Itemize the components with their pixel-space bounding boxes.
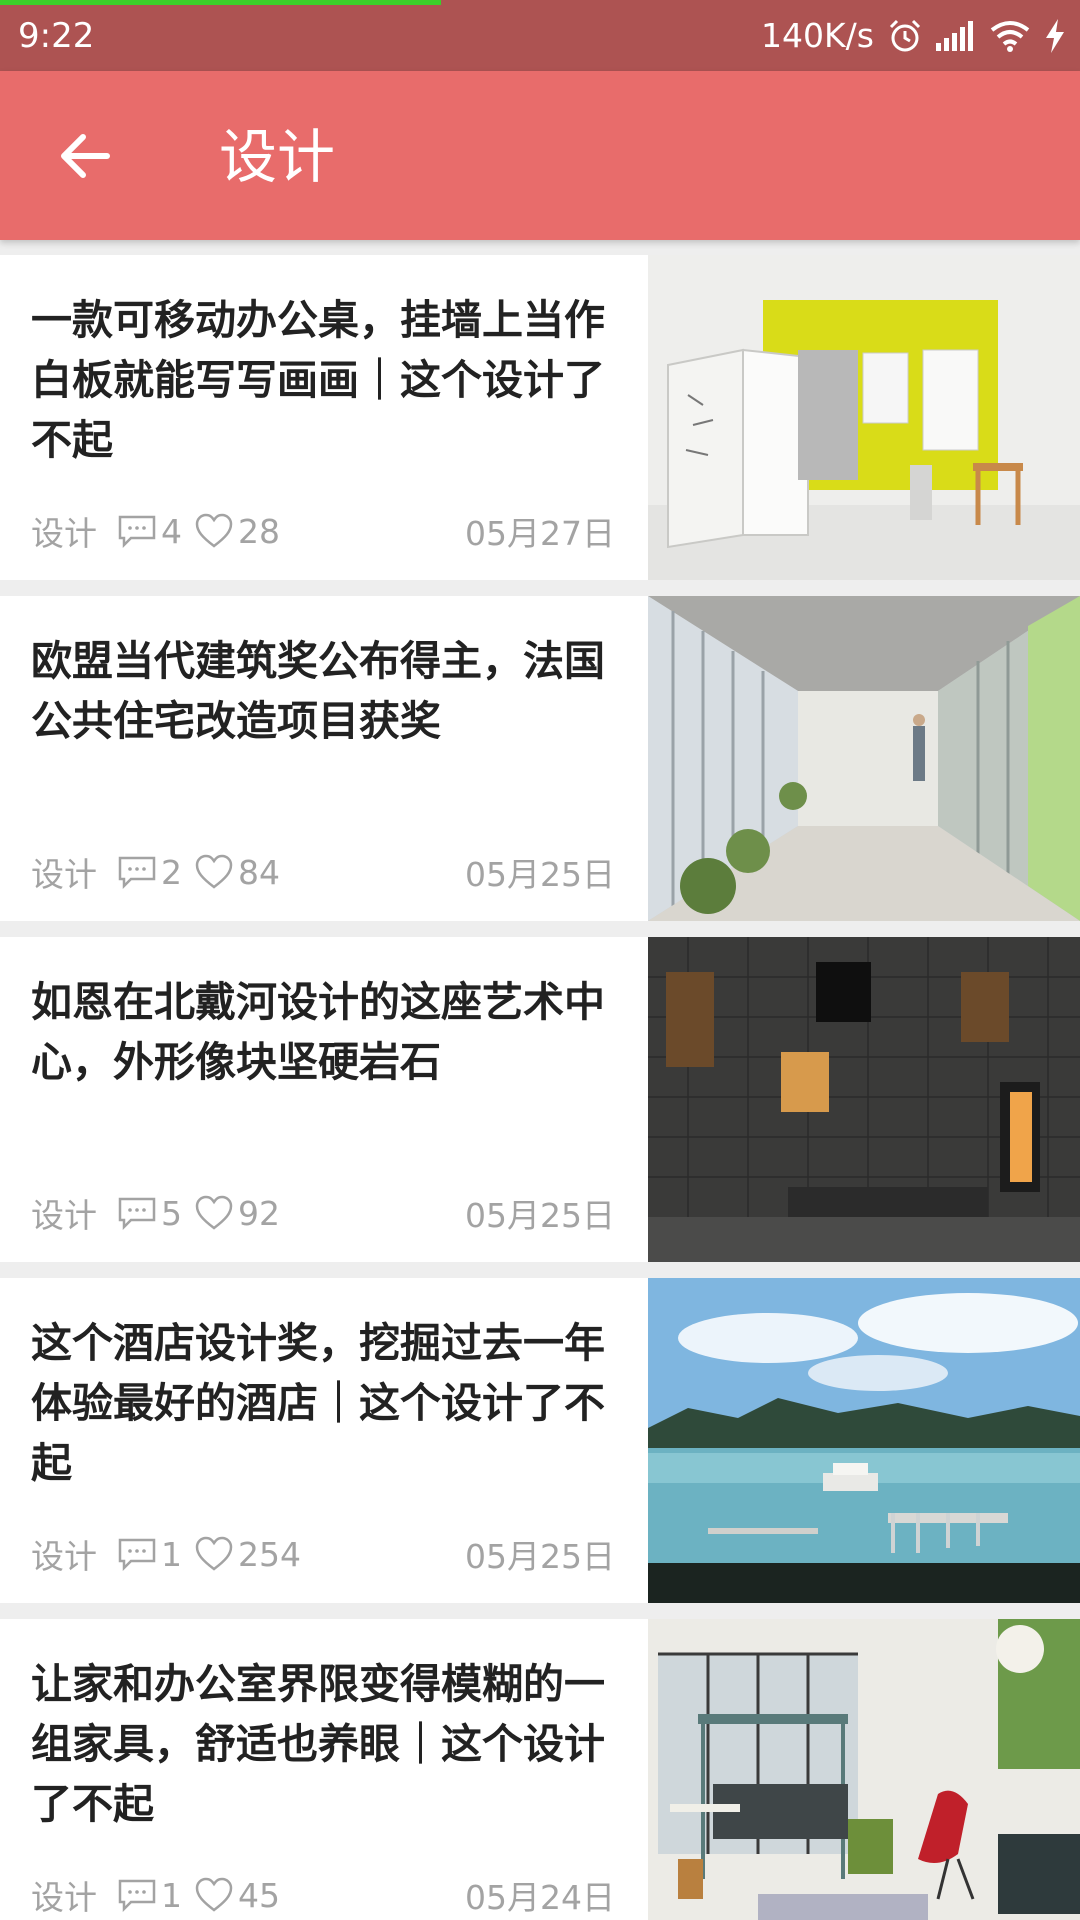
comment-stat: 4: [117, 512, 182, 551]
comment-count: 2: [161, 852, 182, 892]
article-card[interactable]: 这个酒店设计奖，挖掘过去一年体验最好的酒店｜这个设计了不起 设计 1 254 0…: [0, 1278, 1080, 1603]
network-speed: 140K/s: [761, 16, 874, 55]
comment-count: 4: [161, 511, 182, 551]
article-meta: 设计 2 84 05月25日: [31, 847, 615, 897]
like-count: 45: [238, 1875, 280, 1915]
article-meta: 设计 5 92 05月25日: [31, 1188, 615, 1238]
article-meta: 设计 1 45 05月24日: [31, 1870, 615, 1920]
article-date: 05月25日: [465, 855, 615, 894]
signal-icon: [936, 16, 976, 56]
article-date: 05月25日: [465, 1537, 615, 1576]
heart-icon: [195, 513, 233, 548]
home-office-furniture-photo[interactable]: [648, 1619, 1080, 1920]
like-count: 92: [238, 1193, 280, 1233]
article-card[interactable]: 让家和办公室界限变得模糊的一组家具，舒适也养眼｜这个设计了不起 设计 1 45 …: [0, 1619, 1080, 1920]
page-title: 设计: [219, 123, 336, 191]
heart-icon: [195, 1536, 233, 1571]
back-button[interactable]: [40, 111, 130, 201]
comment-icon: [118, 856, 156, 889]
like-count: 28: [238, 511, 280, 551]
article-title[interactable]: 一款可移动办公桌，挂墙上当作白板就能写写画画｜这个设计了不起: [31, 290, 621, 470]
article-card[interactable]: 如恩在北戴河设计的这座艺术中心，外形像块坚硬岩石 设计 5 92 05月25日: [0, 937, 1080, 1262]
like-count: 84: [238, 852, 280, 892]
dark-stone-art-center-photo[interactable]: [648, 937, 1080, 1262]
comment-stat: 2: [117, 853, 182, 892]
article-title[interactable]: 让家和办公室界限变得模糊的一组家具，舒适也养眼｜这个设计了不起: [31, 1654, 621, 1834]
article-title[interactable]: 如恩在北戴河设计的这座艺术中心，外形像块坚硬岩石: [31, 972, 621, 1092]
like-stat[interactable]: 84: [194, 853, 280, 892]
article-date: 05月24日: [465, 1878, 615, 1917]
comment-count: 5: [161, 1193, 182, 1233]
app-bar: 设计: [0, 71, 1080, 240]
status-right-group: 140K/s: [761, 14, 1066, 58]
movable-whiteboard-desk-photo[interactable]: [648, 255, 1080, 580]
comment-count: 1: [161, 1875, 182, 1915]
heart-icon: [195, 1877, 233, 1912]
like-count: 254: [238, 1534, 301, 1574]
comment-icon: [118, 1197, 156, 1230]
article-category[interactable]: 设计: [31, 1871, 97, 1919]
article-date: 05月27日: [465, 514, 615, 553]
comment-stat: 1: [117, 1535, 182, 1574]
article-list: 一款可移动办公桌，挂墙上当作白板就能写写画画｜这个设计了不起 设计 4 28 0…: [0, 255, 1080, 1920]
like-stat[interactable]: 28: [194, 512, 280, 551]
glass-balcony-corridor-photo[interactable]: [648, 596, 1080, 921]
article-category[interactable]: 设计: [31, 848, 97, 896]
comment-icon: [118, 515, 156, 548]
alarm-icon: [888, 16, 922, 56]
comment-icon: [118, 1879, 156, 1912]
like-stat[interactable]: 45: [194, 1876, 280, 1915]
article-title[interactable]: 这个酒店设计奖，挖掘过去一年体验最好的酒店｜这个设计了不起: [31, 1313, 621, 1493]
like-stat[interactable]: 92: [194, 1194, 280, 1233]
comment-stat: 1: [117, 1876, 182, 1915]
heart-icon: [195, 854, 233, 889]
article-category[interactable]: 设计: [31, 507, 97, 555]
article-date: 05月25日: [465, 1196, 615, 1235]
charging-icon: [1044, 16, 1066, 56]
status-time: 9:22: [18, 16, 95, 56]
wifi-icon: [990, 16, 1030, 56]
arrow-left-icon: [61, 134, 110, 178]
like-stat[interactable]: 254: [194, 1535, 301, 1574]
article-title[interactable]: 欧盟当代建筑奖公布得主，法国公共住宅改造项目获奖: [31, 631, 621, 751]
status-bar: 9:22 140K/s: [0, 0, 1080, 71]
article-meta: 设计 4 28 05月27日: [31, 506, 615, 556]
page-load-progress: [0, 0, 441, 5]
comment-stat: 5: [117, 1194, 182, 1233]
article-card[interactable]: 欧盟当代建筑奖公布得主，法国公共住宅改造项目获奖 设计 2 84 05月25日: [0, 596, 1080, 921]
article-category[interactable]: 设计: [31, 1189, 97, 1237]
article-category[interactable]: 设计: [31, 1530, 97, 1578]
heart-icon: [195, 1195, 233, 1230]
comment-icon: [118, 1538, 156, 1571]
comment-count: 1: [161, 1534, 182, 1574]
article-meta: 设计 1 254 05月25日: [31, 1529, 615, 1579]
article-card[interactable]: 一款可移动办公桌，挂墙上当作白板就能写写画画｜这个设计了不起 设计 4 28 0…: [0, 255, 1080, 580]
floating-hotel-bay-photo[interactable]: [648, 1278, 1080, 1603]
